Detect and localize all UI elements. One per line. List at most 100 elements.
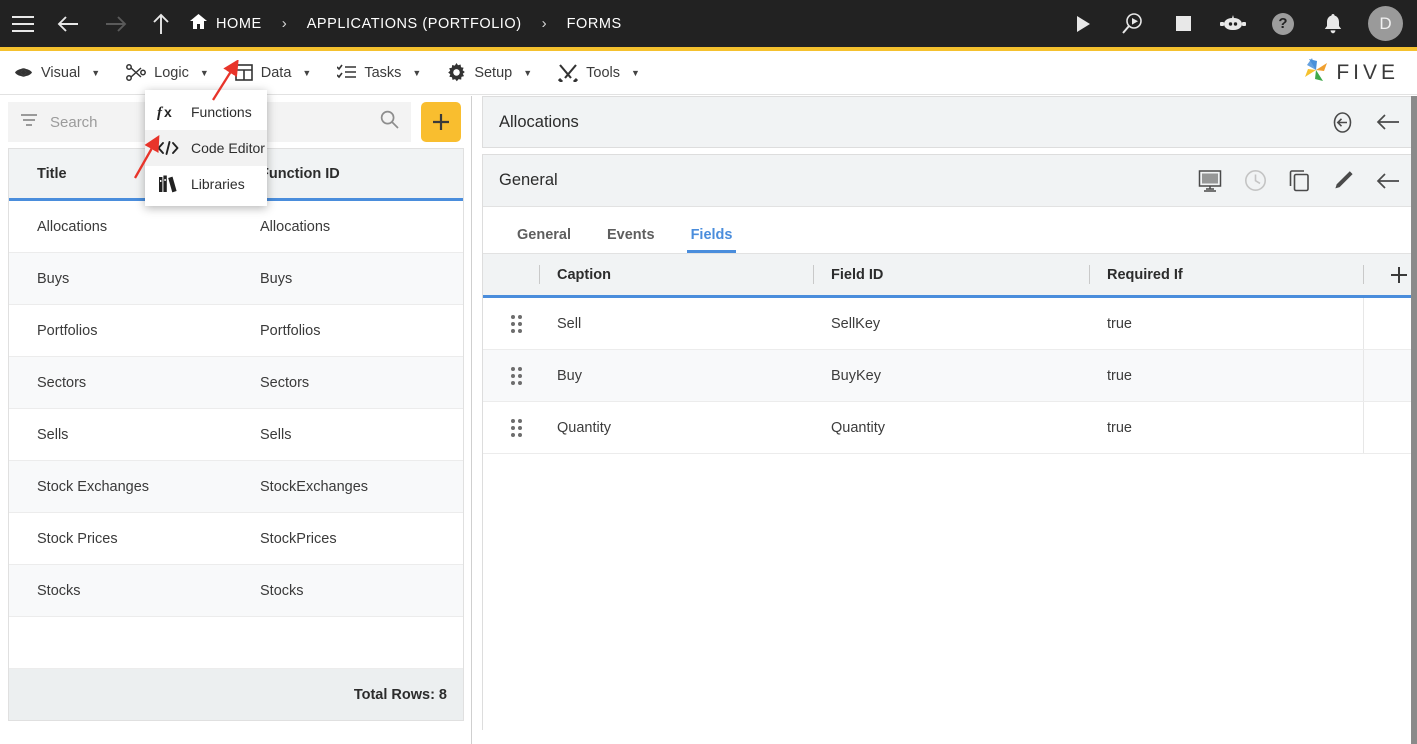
column-header-drag [483,254,539,295]
tab-general[interactable]: General [499,227,589,253]
stop-square-icon[interactable] [1160,0,1206,47]
table-row[interactable]: Sells Sells [9,409,463,461]
five-pinwheel-icon [1303,57,1329,88]
table-row[interactable]: Buys Buys [9,253,463,305]
row-field-id: BuyKey [831,367,881,384]
table-row[interactable]: Sectors Sectors [9,357,463,409]
breadcrumb-applications[interactable]: APPLICATIONS (PORTFOLIO) [301,16,528,32]
row-title: Sectors [37,374,87,391]
tab-fields[interactable]: Fields [673,227,751,253]
table-row[interactable]: Allocations Allocations [9,201,463,253]
row-tail-cell [1363,402,1416,453]
home-icon [190,14,207,33]
table-row[interactable]: Portfolios Portfolios [9,305,463,357]
menu-tasks-label: Tasks [364,64,402,81]
add-form-button[interactable] [421,102,461,142]
fx-icon: f x [157,103,179,121]
record-title-bar: Allocations [482,96,1417,148]
section-title: General [499,171,558,189]
add-field-button[interactable] [1363,254,1416,295]
row-title: Stocks [37,582,81,599]
table-row[interactable]: Stock Exchanges StockExchanges [9,461,463,513]
menu-item-code-editor[interactable]: Code Editor [145,130,267,166]
eye-icon [14,65,33,80]
run-play-icon[interactable] [1060,0,1106,47]
row-function-id: Portfolios [260,322,321,339]
chatbot-icon[interactable] [1210,0,1256,47]
row-required-if: true [1107,419,1132,436]
menu-data[interactable]: Data ▼ [221,51,324,95]
fields-table-header: Caption Field ID Required If [483,253,1416,298]
row-function-id: Sells [260,426,292,443]
table-row[interactable]: Stock Prices StockPrices [9,513,463,565]
chevron-down-icon: ▼ [199,67,209,78]
arrow-up-icon[interactable] [138,0,184,47]
menu-visual-label: Visual [41,64,81,81]
breadcrumb-forms[interactable]: FORMS [561,16,628,32]
filter-icon[interactable] [20,113,38,132]
menu-tools[interactable]: Tools ▼ [544,51,652,95]
drag-handle-icon[interactable] [483,402,539,453]
chevron-down-icon: ▼ [412,67,422,78]
table-row[interactable]: Quantity Quantity true [483,402,1416,454]
breadcrumb-applications-label: APPLICATIONS (PORTFOLIO) [306,15,522,32]
column-header-required-if[interactable]: Required If [1089,254,1363,295]
table-grid-icon [234,64,253,81]
notification-bell-icon[interactable] [1310,0,1356,47]
close-back-arrow-icon[interactable] [1376,113,1400,131]
application-window: HOME › APPLICATIONS (PORTFOLIO) › FORMS [0,0,1417,744]
menu-setup[interactable]: Setup ▼ [433,51,544,95]
row-title: Portfolios [37,322,98,339]
vertical-scrollbar[interactable] [1411,96,1417,744]
fields-table-empty-area [483,454,1416,730]
menu-tasks[interactable]: Tasks ▼ [323,51,433,95]
preview-monitor-icon[interactable] [1198,169,1222,192]
menu-logic[interactable]: Logic ▼ [112,51,221,95]
row-title: Buys [37,270,70,287]
menu-data-label: Data [260,64,292,81]
revert-undo-icon[interactable] [1331,111,1354,134]
arrow-left-icon[interactable] [46,0,92,47]
row-tail-cell [1363,298,1416,349]
menu-visual[interactable]: Visual ▼ [0,51,112,95]
drag-handle-icon[interactable] [483,298,539,349]
row-function-id: StockExchanges [260,478,369,495]
hamburger-icon[interactable] [0,0,46,47]
row-caption: Sell [557,315,582,332]
user-avatar[interactable]: D [1368,6,1403,41]
table-row[interactable]: Buy BuyKey true [483,350,1416,402]
code-brackets-icon [157,140,179,156]
drag-handle-icon[interactable] [483,350,539,401]
row-title: Stock Prices [37,530,118,547]
tools-icon [558,63,579,82]
menu-item-functions[interactable]: f x Functions [145,94,267,130]
edit-pencil-icon[interactable] [1332,170,1354,192]
grid-empty-row [9,617,463,669]
svg-text:x: x [164,104,172,120]
menu-logic-label: Logic [154,64,189,81]
table-row[interactable]: Sell SellKey true [483,298,1416,350]
scrollbar-thumb[interactable] [1411,96,1417,744]
debug-search-play-icon[interactable] [1110,0,1156,47]
breadcrumb-home-label: HOME [216,15,262,32]
menu-item-libraries[interactable]: Libraries [145,166,267,202]
help-circle-shape: ? [1272,12,1294,35]
table-row[interactable]: Stocks Stocks [9,565,463,617]
search-icon[interactable] [380,110,399,134]
column-header-caption[interactable]: Caption [539,254,813,295]
breadcrumb-forms-label: FORMS [566,15,622,32]
section-title-bar: General [483,155,1416,207]
tab-events[interactable]: Events [589,227,673,253]
row-function-id: Sectors [260,374,310,391]
breadcrumb-home[interactable]: HOME [184,14,268,33]
fields-table: Caption Field ID Required If Sell SellKe… [483,253,1416,730]
column-header-field-id[interactable]: Field ID [813,254,1089,295]
top-navigation-bar: HOME › APPLICATIONS (PORTFOLIO) › FORMS [0,0,1417,47]
five-logo-text: FIVE [1336,60,1399,84]
svg-text:f: f [157,105,164,121]
help-question-icon[interactable]: ? [1260,0,1306,47]
duplicate-copy-icon[interactable] [1289,169,1310,192]
logic-dropdown-menu: f x Functions Code Editor Libraries [145,90,267,206]
back-arrow-icon[interactable] [1376,172,1400,190]
history-clock-icon [1244,169,1267,192]
